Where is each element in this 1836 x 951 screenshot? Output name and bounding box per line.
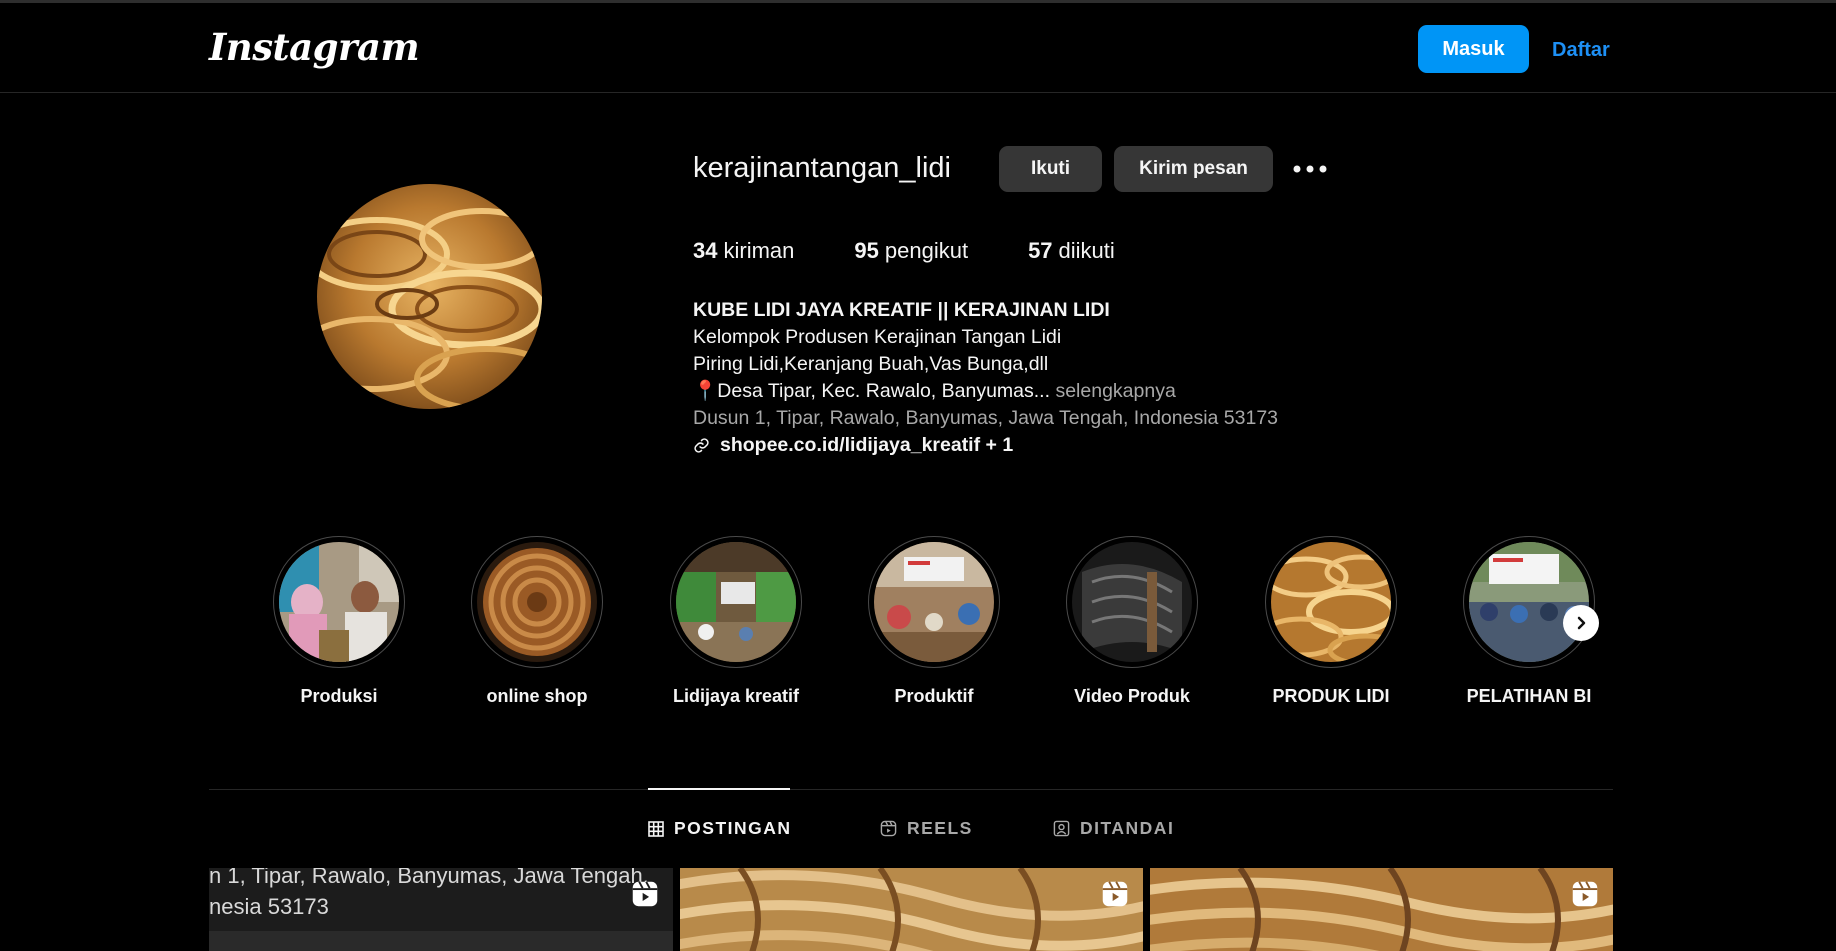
signup-link[interactable]: Daftar: [1552, 39, 1610, 62]
reel-icon: [1101, 880, 1129, 913]
highlight-thumbnail: [477, 542, 597, 662]
followers-count-label: pengikut: [884, 238, 969, 263]
post-thumbnail[interactable]: [1150, 868, 1613, 951]
highlight-thumbnail: [1271, 542, 1391, 662]
post-text-overlay: n 1, Tipar, Rawalo, Banyumas, Jawa Tenga…: [209, 868, 649, 922]
highlight-label: Produktif: [894, 686, 974, 706]
highlight-ring: [670, 536, 802, 668]
followers-count[interactable]: 95 pengikut: [854, 238, 968, 264]
highlight-ring: [868, 536, 1000, 668]
link-icon: [693, 437, 710, 454]
tab-tagged[interactable]: DITANDAI: [1053, 818, 1174, 839]
chevron-right-icon: [1573, 615, 1589, 631]
highlight-thumbnail: [874, 542, 994, 662]
post-text-line: nesia 53173: [209, 894, 329, 919]
tagged-icon: [1053, 820, 1070, 837]
active-tab-indicator: [648, 788, 790, 790]
following-count-label: diikuti: [1058, 238, 1115, 263]
highlight-thumbnail: [1072, 542, 1192, 662]
following-count-value: 57: [1028, 238, 1053, 263]
bio-line-2: Piring Lidi,Keranjang Buah,Vas Bunga,dll: [693, 353, 1049, 375]
highlight-produktif[interactable]: Produktif: [835, 536, 1033, 707]
highlight-ring: [1463, 536, 1595, 668]
highlight-produksi[interactable]: Produksi: [240, 536, 438, 707]
highlight-label: online shop: [486, 686, 588, 706]
bio-more-link[interactable]: selengkapnya: [1055, 380, 1175, 402]
post-thumbnail[interactable]: [680, 868, 1143, 951]
post-text-line: n 1, Tipar, Rawalo, Banyumas, Jawa Tenga…: [209, 868, 649, 888]
posts-count-label: kiriman: [723, 238, 795, 263]
bio-line-1: Kelompok Produsen Kerajinan Tangan Lidi: [693, 326, 1062, 348]
tab-posts-label: POSTINGAN: [674, 818, 792, 838]
post-thumbnail[interactable]: n 1, Tipar, Rawalo, Banyumas, Jawa Tenga…: [209, 868, 673, 951]
highlight-label: Produksi: [300, 686, 378, 706]
reel-icon: [1571, 880, 1599, 913]
highlight-thumbnail: [676, 542, 796, 662]
highlight-label: PRODUK LIDI: [1272, 686, 1390, 706]
grid-icon: [648, 820, 664, 837]
tab-reels[interactable]: REELS: [880, 818, 973, 839]
highlight-label: PELATIHAN BI: [1466, 686, 1592, 706]
highlight-thumbnail: [1469, 542, 1589, 662]
reels-icon: [880, 820, 897, 837]
highlight-lidijaya-kreatif[interactable]: Lidijaya kreatif: [637, 536, 835, 707]
following-count[interactable]: 57 diikuti: [1028, 238, 1115, 264]
top-navbar: Instagram Masuk Daftar: [0, 3, 1836, 93]
followers-count-value: 95: [854, 238, 879, 263]
login-button[interactable]: Masuk: [1418, 25, 1529, 73]
tab-tagged-label: DITANDAI: [1080, 818, 1175, 838]
bio-line-3-text: 📍Desa Tipar, Kec. Rawalo, Banyumas...: [693, 380, 1051, 402]
highlight-ring: [273, 536, 405, 668]
tab-posts[interactable]: POSTINGAN: [648, 818, 792, 839]
profile-avatar[interactable]: [317, 184, 542, 409]
highlights-next-button[interactable]: [1563, 605, 1599, 641]
send-message-button[interactable]: Kirim pesan: [1114, 146, 1273, 192]
bio-line-3: 📍Desa Tipar, Kec. Rawalo, Banyumas... se…: [693, 378, 1278, 405]
profile-stats: 34 kiriman 95 pengikut 57 diikuti: [693, 238, 1175, 264]
tabs-divider: [209, 789, 1613, 790]
instagram-logo[interactable]: Instagram: [209, 25, 420, 69]
reel-icon: [631, 880, 659, 913]
highlight-produk-lidi[interactable]: PRODUK LIDI: [1232, 536, 1430, 707]
more-options-icon[interactable]: [1292, 152, 1328, 186]
bio-link-text: shopee.co.id/lidijaya_kreatif + 1: [720, 434, 1014, 456]
posts-count: 34 kiriman: [693, 238, 794, 264]
bio-name: KUBE LIDI JAYA KREATIF || KERAJINAN LIDI: [693, 299, 1110, 321]
profile-bio: KUBE LIDI JAYA KREATIF || KERAJINAN LIDI…: [693, 297, 1278, 459]
highlight-video-produk[interactable]: Video Produk: [1033, 536, 1231, 707]
bio-link[interactable]: shopee.co.id/lidijaya_kreatif + 1: [693, 432, 1278, 459]
bio-address[interactable]: Dusun 1, Tipar, Rawalo, Banyumas, Jawa T…: [693, 405, 1278, 432]
highlight-ring: [1066, 536, 1198, 668]
highlight-ring: [1265, 536, 1397, 668]
posts-count-value: 34: [693, 238, 718, 263]
highlight-thumbnail: [279, 542, 399, 662]
highlight-ring: [471, 536, 603, 668]
tab-reels-label: REELS: [907, 818, 973, 838]
highlight-label: Video Produk: [1074, 686, 1190, 706]
highlight-label: Lidijaya kreatif: [672, 686, 800, 706]
highlight-online-shop[interactable]: online shop: [438, 536, 636, 707]
profile-username: kerajinantangan_lidi: [693, 152, 951, 184]
post-bottom-bar: [209, 931, 673, 951]
follow-button[interactable]: Ikuti: [999, 146, 1102, 192]
